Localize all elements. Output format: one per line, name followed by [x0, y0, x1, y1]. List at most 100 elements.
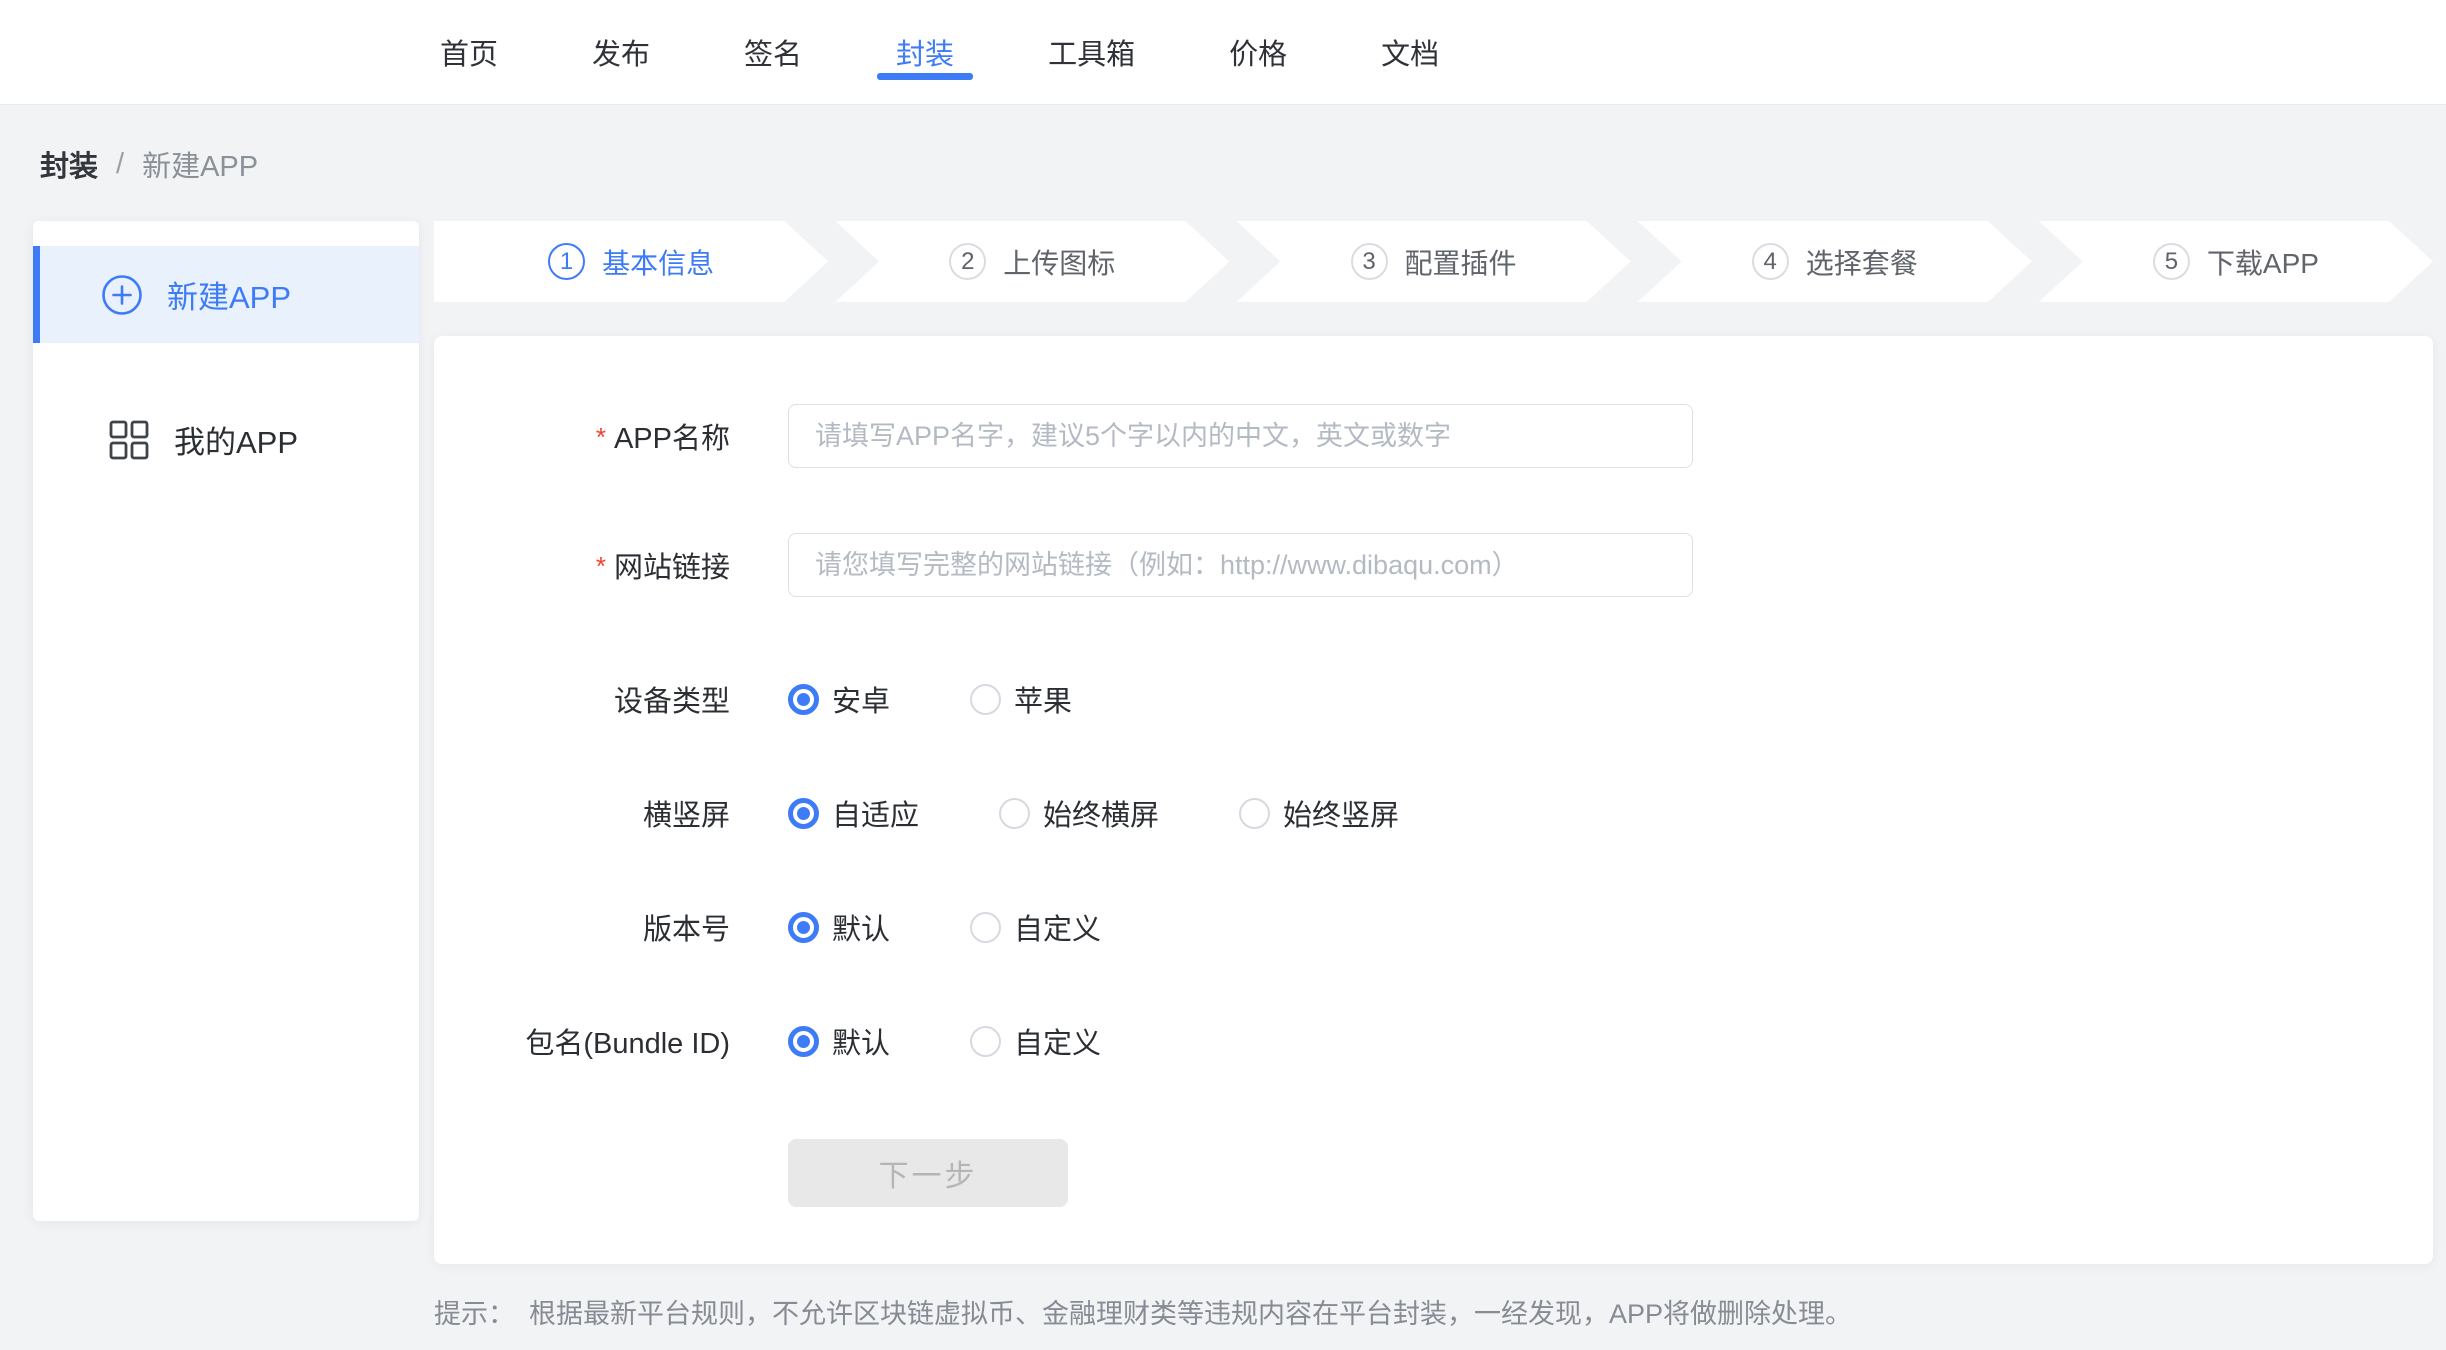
radio-icon [1239, 798, 1270, 829]
breadcrumb: 封装 / 新建APP [40, 143, 2446, 185]
nav-item-toolbox[interactable]: 工具箱 [1048, 0, 1135, 104]
hint-text: 根据最新平台规则，不允许区块链虚拟币、金融理财类等违规内容在平台封装，一经发现，… [529, 1292, 1852, 1331]
breadcrumb-page: 新建APP [142, 143, 258, 185]
radio-version-default[interactable]: 默认 [788, 906, 890, 948]
radio-icon [970, 684, 1001, 715]
nav-item-home[interactable]: 首页 [440, 0, 498, 104]
hint-prefix: 提示： [434, 1292, 515, 1331]
radio-label: 始终竖屏 [1283, 792, 1399, 834]
platform-rules-hint: 提示： 根据最新平台规则，不允许区块链虚拟币、金融理财类等违规内容在平台封装，一… [434, 1292, 2433, 1331]
step-label: 上传图标 [1003, 242, 1115, 282]
main-panel: 1 基本信息 2 上传图标 3 配置插件 4 选择套餐 5 下载APP [434, 221, 2433, 1331]
step-number-badge: 2 [949, 243, 986, 280]
form-card: * APP名称 * 网站链接 设备类型 安卓 苹果 [434, 336, 2433, 1264]
field-label: 设备类型 [434, 678, 730, 720]
spacer [434, 662, 2433, 679]
field-label-text: 网站链接 [614, 552, 730, 584]
required-star: * [596, 422, 606, 452]
button-row: 下一步 [434, 1139, 2433, 1207]
step-number-badge: 4 [1752, 243, 1789, 280]
step-wizard: 1 基本信息 2 上传图标 3 配置插件 4 选择套餐 5 下载APP [434, 221, 2433, 302]
field-label: 横竖屏 [434, 792, 730, 834]
radio-label: 自适应 [832, 792, 919, 834]
step-choose-plan[interactable]: 4 选择套餐 [1638, 221, 2032, 302]
radio-label: 默认 [832, 1020, 890, 1062]
sidebar-item-label: 新建APP [167, 272, 291, 317]
main-nav: 首页 发布 签名 封装 工具箱 价格 文档 [440, 0, 1439, 104]
radio-ios[interactable]: 苹果 [970, 678, 1072, 720]
radio-label: 安卓 [832, 678, 890, 720]
radio-always-landscape[interactable]: 始终横屏 [999, 792, 1159, 834]
step-basic-info[interactable]: 1 基本信息 [434, 221, 828, 302]
radio-icon [788, 798, 819, 829]
nav-item-label: 文档 [1381, 31, 1439, 73]
plus-circle-icon [101, 274, 143, 316]
step-download-app[interactable]: 5 下载APP [2039, 221, 2433, 302]
site-url-input[interactable] [788, 533, 1693, 597]
form-row-version: 版本号 默认 自定义 [434, 907, 2433, 947]
app-name-input[interactable] [788, 404, 1693, 468]
radio-bundle-custom[interactable]: 自定义 [970, 1020, 1101, 1062]
field-label-text: APP名称 [614, 423, 730, 455]
nav-item-label: 签名 [744, 31, 802, 73]
step-label: 下载APP [2207, 242, 2319, 282]
breadcrumb-separator: / [116, 148, 124, 181]
form-row-device-type: 设备类型 安卓 苹果 [434, 679, 2433, 719]
field-label: * 网站链接 [434, 544, 730, 586]
next-step-button[interactable]: 下一步 [788, 1139, 1068, 1207]
nav-item-publish[interactable]: 发布 [592, 0, 650, 104]
radio-icon [788, 912, 819, 943]
field-label-text: 包名(Bundle ID) [525, 1028, 730, 1060]
nav-item-docs[interactable]: 文档 [1381, 0, 1439, 104]
sidebar-item-my-apps[interactable]: 我的APP [33, 391, 419, 488]
grid-icon [108, 419, 150, 461]
sidebar: 新建APP 我的APP [33, 221, 419, 1221]
nav-item-package[interactable]: 封装 [896, 0, 954, 104]
step-number-badge: 5 [2153, 243, 2190, 280]
radio-auto-orientation[interactable]: 自适应 [788, 792, 919, 834]
radio-label: 自定义 [1014, 1020, 1101, 1062]
radio-icon [970, 1026, 1001, 1057]
nav-item-sign[interactable]: 签名 [744, 0, 802, 104]
form-row-app-name: * APP名称 [434, 404, 2433, 468]
required-star: * [596, 551, 606, 581]
field-label-text: 横竖屏 [643, 800, 730, 832]
sidebar-item-label: 我的APP [174, 417, 298, 462]
radio-bundle-default[interactable]: 默认 [788, 1020, 890, 1062]
breadcrumb-section[interactable]: 封装 [40, 143, 98, 185]
nav-item-label: 发布 [592, 31, 650, 73]
radio-icon [788, 1026, 819, 1057]
nav-item-label: 首页 [440, 31, 498, 73]
field-label: * APP名称 [434, 415, 730, 457]
step-label: 配置插件 [1405, 242, 1517, 282]
content-area: 新建APP 我的APP 1 基本信息 2 上传图标 [33, 221, 2446, 1331]
radio-label: 默认 [832, 906, 890, 948]
form-row-orientation: 横竖屏 自适应 始终横屏 始终竖屏 [434, 793, 2433, 833]
radio-label: 始终横屏 [1043, 792, 1159, 834]
step-number-badge: 1 [548, 243, 585, 280]
radio-android[interactable]: 安卓 [788, 678, 890, 720]
step-number-badge: 3 [1351, 243, 1388, 280]
field-label-text: 版本号 [643, 914, 730, 946]
step-label: 基本信息 [602, 242, 714, 282]
form-row-site-url: * 网站链接 [434, 533, 2433, 597]
radio-icon [999, 798, 1030, 829]
form-row-bundle-id: 包名(Bundle ID) 默认 自定义 [434, 1021, 2433, 1061]
sidebar-item-new-app[interactable]: 新建APP [33, 246, 419, 343]
radio-label: 苹果 [1014, 678, 1072, 720]
radio-version-custom[interactable]: 自定义 [970, 906, 1101, 948]
field-label-text: 设备类型 [614, 686, 730, 718]
radio-label: 自定义 [1014, 906, 1101, 948]
step-label: 选择套餐 [1806, 242, 1918, 282]
radio-icon [788, 684, 819, 715]
step-configure-plugins[interactable]: 3 配置插件 [1236, 221, 1630, 302]
top-header: 首页 发布 签名 封装 工具箱 价格 文档 [0, 0, 2446, 105]
active-nav-underline [877, 73, 973, 80]
step-upload-icon[interactable]: 2 上传图标 [835, 221, 1229, 302]
radio-icon [970, 912, 1001, 943]
radio-always-portrait[interactable]: 始终竖屏 [1239, 792, 1399, 834]
field-label: 包名(Bundle ID) [434, 1020, 730, 1062]
nav-item-price[interactable]: 价格 [1229, 0, 1287, 104]
nav-item-label: 工具箱 [1048, 31, 1135, 73]
nav-item-label: 价格 [1229, 31, 1287, 73]
